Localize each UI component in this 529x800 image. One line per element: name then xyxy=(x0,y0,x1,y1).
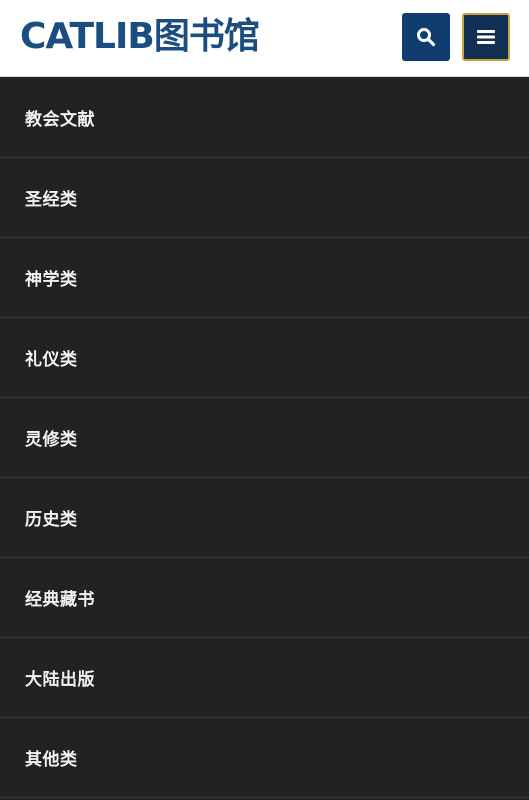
menu-item-label: 其他类 xyxy=(25,750,78,770)
menu-item-spirituality[interactable]: 灵修类 xyxy=(0,398,529,478)
menu-item-other[interactable]: 其他类 xyxy=(0,718,529,798)
search-button[interactable] xyxy=(402,13,450,61)
search-icon xyxy=(417,28,436,47)
menu-item-label: 神学类 xyxy=(25,270,78,290)
category-menu: 教会文献 圣经类 神学类 礼仪类 灵修类 历史类 经典藏书 大陆出版 其他类 xyxy=(0,78,529,798)
menu-toggle-button[interactable] xyxy=(462,13,510,61)
menu-item-bible[interactable]: 圣经类 xyxy=(0,158,529,238)
menu-item-theology[interactable]: 神学类 xyxy=(0,238,529,318)
menu-item-mainland-publications[interactable]: 大陆出版 xyxy=(0,638,529,718)
hamburger-menu-icon xyxy=(477,30,495,44)
site-header: CATLIB图书馆 xyxy=(0,0,529,77)
menu-item-label: 历史类 xyxy=(25,510,78,530)
site-logo[interactable]: CATLIB图书馆 xyxy=(20,12,260,62)
menu-item-classic-collection[interactable]: 经典藏书 xyxy=(0,558,529,638)
menu-item-liturgy[interactable]: 礼仪类 xyxy=(0,318,529,398)
menu-item-label: 经典藏书 xyxy=(25,590,95,610)
menu-item-label: 灵修类 xyxy=(25,430,78,450)
menu-item-history[interactable]: 历史类 xyxy=(0,478,529,558)
menu-item-label: 教会文献 xyxy=(25,110,95,130)
menu-item-label: 礼仪类 xyxy=(25,350,78,370)
menu-item-church-documents[interactable]: 教会文献 xyxy=(0,78,529,158)
menu-item-label: 大陆出版 xyxy=(25,670,95,690)
menu-item-label: 圣经类 xyxy=(25,190,78,210)
